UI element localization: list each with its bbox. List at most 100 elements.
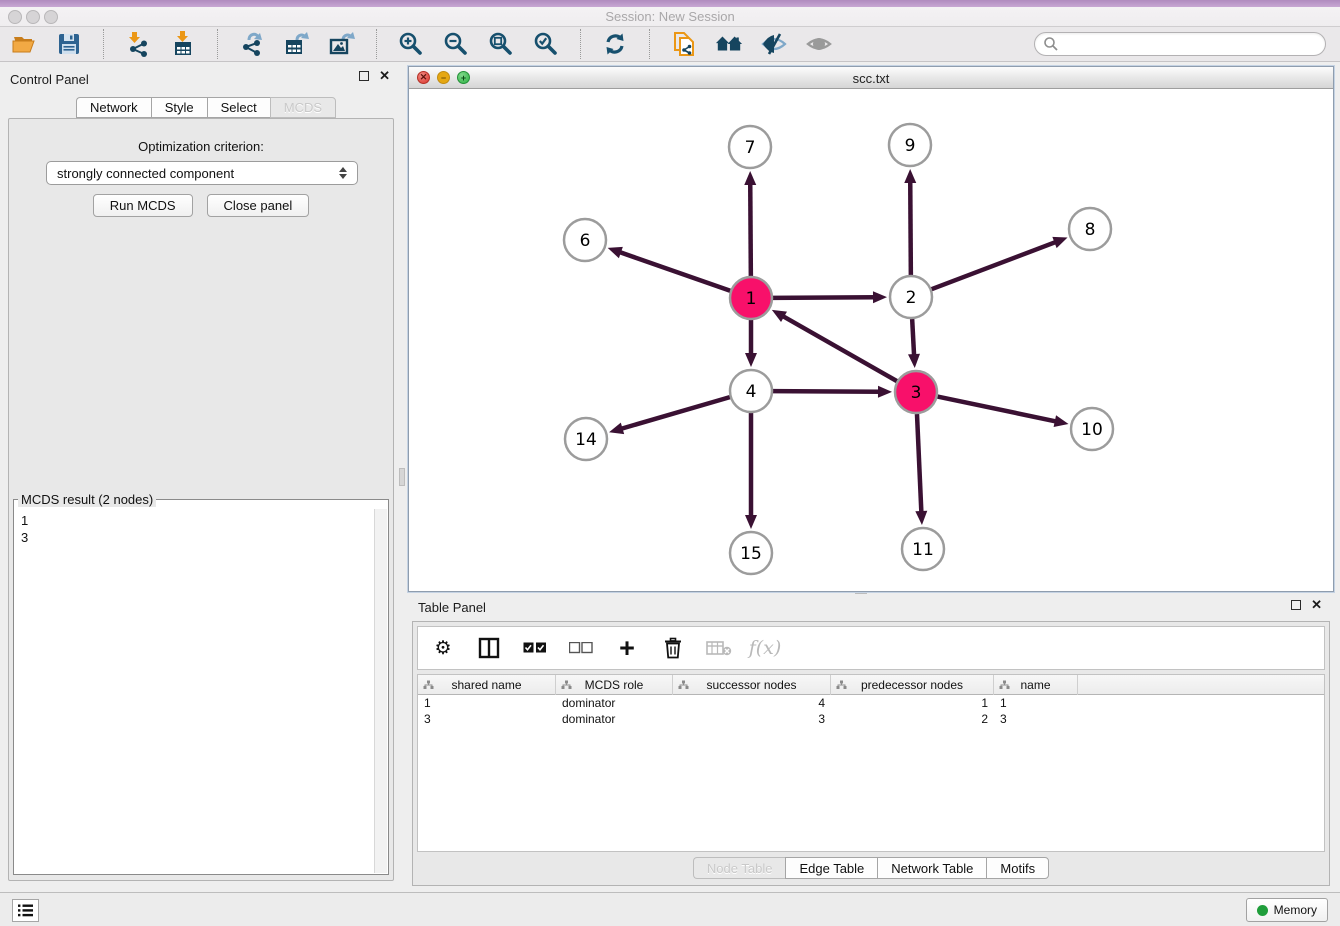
table-cell-shared-name[interactable]: 1 <box>418 696 556 710</box>
window-title: Session: New Session <box>0 9 1340 24</box>
search-input[interactable] <box>1059 37 1317 51</box>
column-header-label: successor nodes <box>706 678 796 692</box>
import-table-icon[interactable] <box>169 30 197 58</box>
column-header-label: shared name <box>451 678 521 692</box>
graph-edge-1-2[interactable] <box>773 297 876 298</box>
export-image-icon[interactable] <box>328 30 356 58</box>
memory-button[interactable]: Memory <box>1246 898 1328 922</box>
graph-edge-3-1[interactable] <box>781 315 896 381</box>
clone-network-icon[interactable] <box>670 30 698 58</box>
graph-edge-arrowhead <box>873 291 887 303</box>
graph-edge-arrowhead <box>915 511 927 525</box>
column-header-predecessor-nodes[interactable]: predecessor nodes <box>831 675 994 695</box>
table-cell-shared-name[interactable]: 3 <box>418 712 556 726</box>
column-header-name[interactable]: name <box>994 675 1078 695</box>
column-header-successor-nodes[interactable]: successor nodes <box>673 675 831 695</box>
column-header-label: predecessor nodes <box>861 678 963 692</box>
control-panel-close-icon[interactable]: ✕ <box>379 71 390 81</box>
tab-select[interactable]: Select <box>207 97 270 118</box>
import-network-icon[interactable] <box>124 30 152 58</box>
table-panel: Table Panel ✕ ⚙ + f(x) share <box>408 597 1334 886</box>
network-canvas[interactable]: 7968124314101511 <box>409 89 1333 591</box>
zoom-selected-icon[interactable] <box>532 30 560 58</box>
graph-node-label-14: 14 <box>575 430 597 450</box>
graph-edge-2-9[interactable] <box>910 180 911 275</box>
mcds-result-line: 1 <box>21 512 367 529</box>
table-options-gear-icon[interactable]: ⚙ <box>430 635 456 661</box>
close-panel-button[interactable]: Close panel <box>207 194 310 217</box>
table-cell-predecessor-nodes[interactable]: 2 <box>831 712 994 726</box>
mcds-result-list: 13 <box>15 509 373 873</box>
refresh-layout-icon[interactable] <box>601 30 629 58</box>
toolbar-separator <box>103 29 104 59</box>
tab-motifs[interactable]: Motifs <box>986 857 1049 879</box>
function-builder-icon: f(x) <box>752 635 778 661</box>
criterion-select[interactable]: strongly connected component <box>46 161 358 185</box>
table-row[interactable]: 3dominator323 <box>418 711 1324 727</box>
column-header-label: name <box>1020 678 1050 692</box>
export-network-icon[interactable] <box>238 30 266 58</box>
table-cell-successor-nodes[interactable]: 4 <box>673 696 831 710</box>
column-header-shared-name[interactable]: shared name <box>418 675 556 695</box>
tab-node-table[interactable]: Node Table <box>693 857 786 879</box>
graph-node-label-4: 4 <box>746 382 757 402</box>
tab-style[interactable]: Style <box>151 97 207 118</box>
graph-edge-3-10[interactable] <box>938 397 1058 422</box>
graph-edge-2-8[interactable] <box>932 241 1058 289</box>
graph-node-label-8: 8 <box>1085 220 1096 240</box>
graph-edge-2-3[interactable] <box>912 319 914 357</box>
search-box[interactable] <box>1034 32 1326 56</box>
home-icon[interactable] <box>715 30 743 58</box>
toggle-graphics-details-icon[interactable] <box>760 30 788 58</box>
table-cell-name[interactable]: 1 <box>994 696 1078 710</box>
graph-edge-4-3[interactable] <box>773 391 881 392</box>
table-cell-MCDS-role[interactable]: dominator <box>556 696 673 710</box>
table-cell-MCDS-role[interactable]: dominator <box>556 712 673 726</box>
table-cell-predecessor-nodes[interactable]: 1 <box>831 696 994 710</box>
add-column-icon[interactable]: + <box>614 635 640 661</box>
network-window-titlebar[interactable]: ✕ − + scc.txt <box>409 67 1333 89</box>
toolbar-separator <box>217 29 218 59</box>
network-window: ✕ − + scc.txt 7968124314101511 <box>408 66 1334 592</box>
attribute-icon <box>423 680 434 690</box>
open-session-icon[interactable] <box>10 30 38 58</box>
column-header-MCDS-role[interactable]: MCDS role <box>556 675 673 695</box>
unselect-all-columns-icon[interactable] <box>568 635 594 661</box>
run-mcds-button[interactable]: Run MCDS <box>93 194 193 217</box>
table-panel-close-icon[interactable]: ✕ <box>1311 600 1322 610</box>
tab-network[interactable]: Network <box>76 97 151 118</box>
show-hide-panel-icon <box>805 30 833 58</box>
control-panel-float-icon[interactable] <box>359 71 369 81</box>
tab-edge-table[interactable]: Edge Table <box>785 857 877 879</box>
export-table-icon[interactable] <box>283 30 311 58</box>
toolbar-separator <box>376 29 377 59</box>
graph-edge-3-11[interactable] <box>917 414 921 514</box>
table-row[interactable]: 1dominator411 <box>418 695 1324 711</box>
zoom-fit-icon[interactable] <box>487 30 515 58</box>
save-session-icon[interactable] <box>55 30 83 58</box>
graph-edge-arrowhead <box>609 423 624 435</box>
toolbar-separator <box>580 29 581 59</box>
graph-edge-4-14[interactable] <box>620 397 730 429</box>
show-columns-icon[interactable] <box>476 635 502 661</box>
tab-mcds[interactable]: MCDS <box>270 97 336 118</box>
table-panel-float-icon[interactable] <box>1291 600 1301 610</box>
table-cell-name[interactable]: 3 <box>994 712 1078 726</box>
main-toolbar <box>0 27 1340 62</box>
task-history-button[interactable] <box>12 899 39 922</box>
graph-edge-arrowhead <box>608 247 623 258</box>
delete-columns-icon[interactable] <box>660 635 686 661</box>
zoom-in-icon[interactable] <box>397 30 425 58</box>
graph-node-label-2: 2 <box>906 288 917 308</box>
delete-table-icon <box>706 635 732 661</box>
mcds-tab-content: Optimization criterion: strongly connect… <box>8 118 394 881</box>
table-cell-successor-nodes[interactable]: 3 <box>673 712 831 726</box>
mcds-result-group: MCDS result (2 nodes) 13 <box>13 492 389 875</box>
select-all-columns-icon[interactable] <box>522 635 548 661</box>
mcds-result-scrollbar[interactable] <box>374 509 387 873</box>
graph-edge-1-7[interactable] <box>750 182 751 276</box>
graph-edge-1-6[interactable] <box>618 252 730 291</box>
vertical-split-grip[interactable] <box>399 468 405 486</box>
tab-network-table[interactable]: Network Table <box>877 857 986 879</box>
zoom-out-icon[interactable] <box>442 30 470 58</box>
